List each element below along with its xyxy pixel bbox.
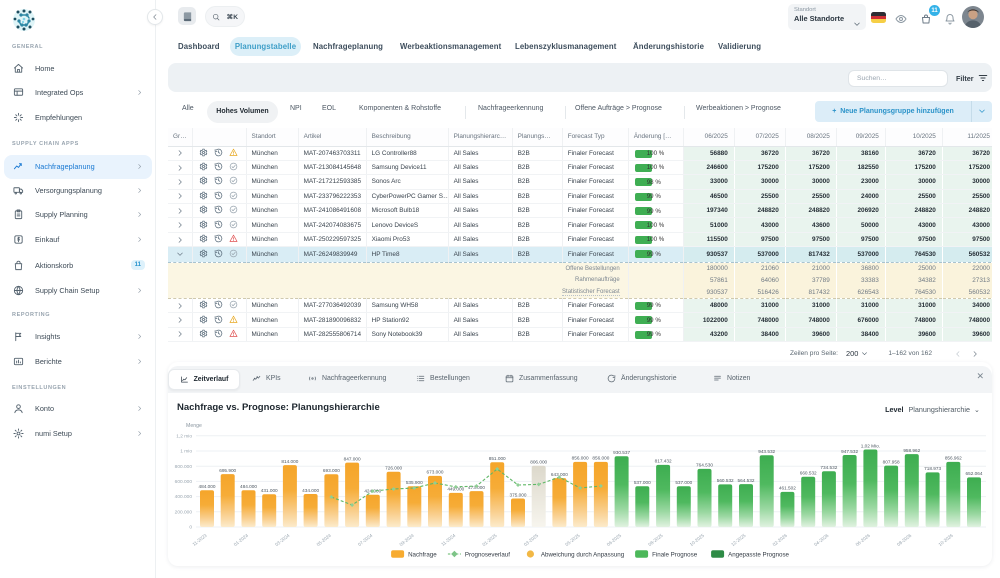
svg-text:06-2025: 06-2025: [606, 533, 623, 548]
svg-text:537.000: 537.000: [634, 480, 651, 485]
svg-text:807.958: 807.958: [883, 459, 900, 464]
svg-text:930.537: 930.537: [613, 450, 630, 455]
svg-text:400.000: 400.000: [175, 494, 193, 500]
svg-text:Menge: Menge: [186, 423, 202, 429]
svg-text:564.532: 564.532: [738, 478, 755, 483]
svg-text:12-2025: 12-2025: [730, 533, 747, 548]
svg-text:08-2026: 08-2026: [896, 533, 913, 548]
svg-text:817.432: 817.432: [655, 459, 672, 464]
svg-text:718.973: 718.973: [924, 466, 941, 471]
svg-text:10-2025: 10-2025: [689, 533, 706, 548]
svg-text:847.000: 847.000: [344, 456, 361, 461]
svg-text:05-2024: 05-2024: [316, 533, 333, 548]
svg-text:947.532: 947.532: [841, 449, 858, 454]
svg-text:02-2026: 02-2026: [772, 533, 789, 548]
svg-text:05-2025: 05-2025: [564, 533, 581, 548]
svg-text:806.000: 806.000: [530, 460, 547, 465]
svg-text:03-2024: 03-2024: [274, 533, 291, 548]
svg-text:856.962: 856.962: [945, 456, 962, 461]
svg-text:10-2026: 10-2026: [938, 533, 955, 548]
svg-text:11-2024: 11-2024: [440, 533, 456, 547]
svg-text:537.000: 537.000: [675, 480, 692, 485]
svg-text:04-2026: 04-2026: [813, 533, 830, 548]
svg-text:1,2 mio: 1,2 mio: [176, 433, 192, 439]
svg-text:06-2026: 06-2026: [855, 533, 872, 548]
svg-text:1,02 Mio.: 1,02 Mio.: [861, 443, 880, 448]
svg-text:0: 0: [189, 525, 192, 531]
svg-text:856.000: 856.000: [592, 456, 609, 461]
svg-text:764.530: 764.530: [696, 463, 713, 468]
svg-text:800.000: 800.000: [175, 464, 193, 470]
svg-text:Abweichung durch Anpassung: Abweichung durch Anpassung: [541, 551, 625, 558]
svg-text:Finale Prognose: Finale Prognose: [652, 551, 698, 558]
svg-text:856.000: 856.000: [572, 456, 589, 461]
svg-text:673.000: 673.000: [427, 470, 444, 475]
svg-text:1 mio: 1 mio: [180, 449, 192, 455]
svg-text:11-2023: 11-2023: [192, 533, 208, 547]
svg-text:Nachfrage: Nachfrage: [408, 551, 437, 558]
svg-text:814.000: 814.000: [281, 459, 298, 464]
svg-text:484.000: 484.000: [240, 484, 257, 489]
svg-text:958.962: 958.962: [903, 448, 920, 453]
svg-text:652.064: 652.064: [966, 471, 983, 476]
svg-text:375.000: 375.000: [510, 492, 527, 497]
svg-text:851.000: 851.000: [489, 456, 506, 461]
svg-text:431.000: 431.000: [261, 488, 278, 493]
svg-text:726.000: 726.000: [385, 466, 402, 471]
svg-text:01-2024: 01-2024: [233, 533, 250, 548]
svg-text:943.532: 943.532: [758, 449, 775, 454]
svg-text:461.502: 461.502: [779, 486, 796, 491]
svg-text:08-2025: 08-2025: [647, 533, 664, 548]
svg-text:01-2025: 01-2025: [481, 533, 498, 548]
svg-text:535.900: 535.900: [406, 480, 423, 485]
svg-text:660.532: 660.532: [800, 471, 817, 476]
svg-text:200.000: 200.000: [175, 509, 193, 515]
svg-text:600.000: 600.000: [175, 479, 193, 485]
svg-text:695.900: 695.900: [219, 468, 236, 473]
svg-text:Angepasste Prognose: Angepasste Prognose: [728, 551, 789, 558]
svg-text:560.532: 560.532: [717, 478, 734, 483]
svg-text:07-2024: 07-2024: [357, 533, 374, 548]
svg-text:734.532: 734.532: [820, 465, 837, 470]
svg-text:09-2024: 09-2024: [399, 533, 416, 548]
svg-text:484.000: 484.000: [199, 484, 216, 489]
svg-text:434.000: 434.000: [302, 488, 319, 493]
svg-text:03-2025: 03-2025: [523, 533, 540, 548]
svg-text:Prognoseverlauf: Prognoseverlauf: [465, 551, 510, 558]
svg-text:693.000: 693.000: [323, 468, 340, 473]
